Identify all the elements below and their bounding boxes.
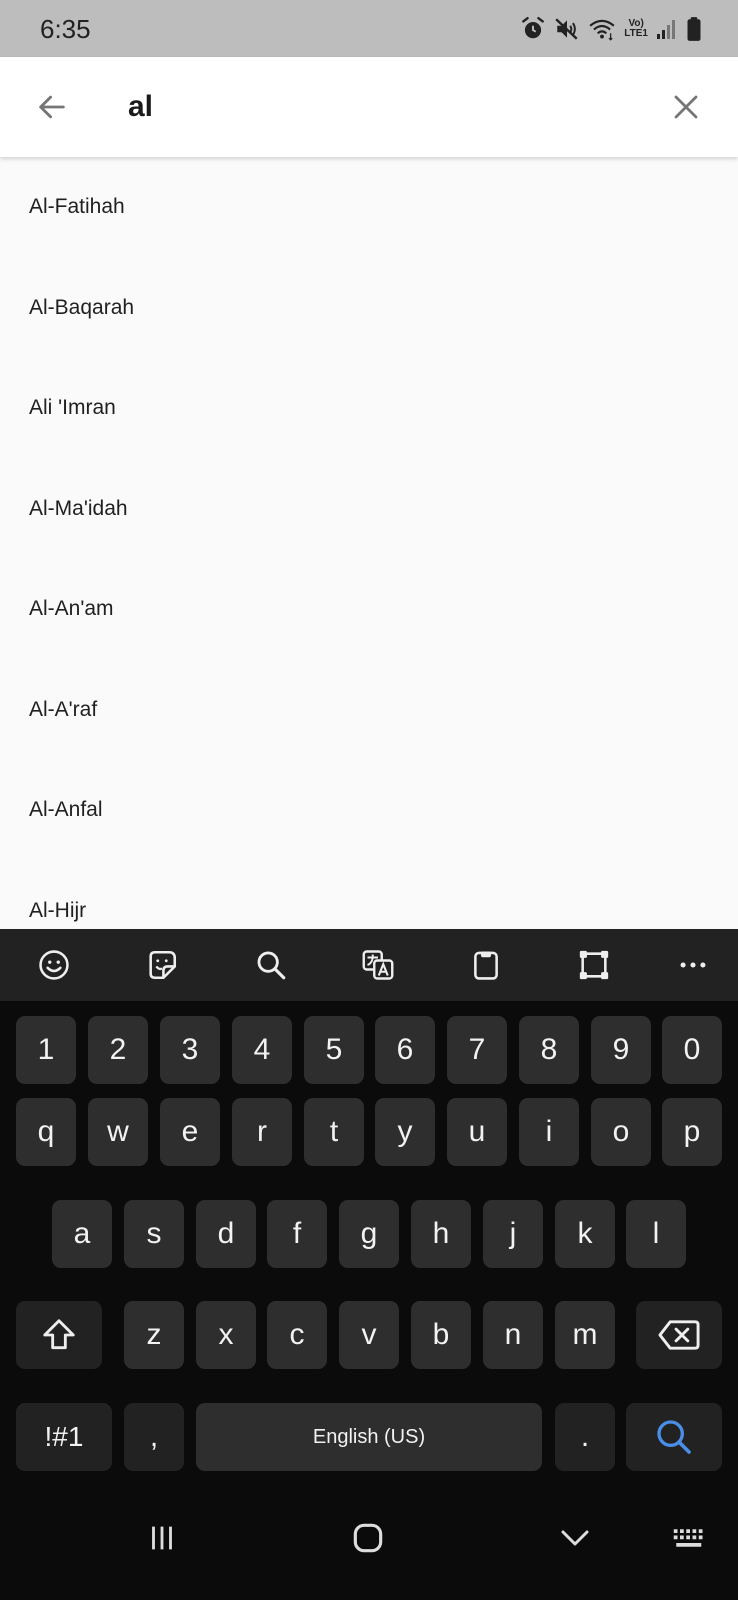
mute-icon [554,16,580,42]
key-2[interactable]: 2 [88,1016,148,1084]
keyboard-keys: 1 2 3 4 5 6 7 8 9 0 q w e r t y u i o p … [0,1001,738,1491]
emoji-icon[interactable] [31,942,77,988]
clipboard-icon[interactable] [463,942,509,988]
key-b[interactable]: b [411,1301,471,1369]
on-screen-keyboard: 1 2 3 4 5 6 7 8 9 0 q w e r t y u i o p … [0,929,738,1600]
period-key[interactable]: . [555,1403,615,1471]
symbols-key[interactable]: !#1 [16,1403,112,1471]
key-5[interactable]: 5 [304,1016,364,1084]
arrow-left-icon [39,95,65,119]
result-item-al-anam[interactable]: Al-An'am [0,559,738,660]
search-icon[interactable] [248,942,294,988]
key-w[interactable]: w [88,1098,148,1166]
key-o[interactable]: o [591,1098,651,1166]
resize-icon[interactable] [571,942,617,988]
shift-icon [43,1319,75,1350]
result-item-al-araf[interactable]: Al-A'raf [0,660,738,761]
space-bar[interactable]: English (US) [196,1403,542,1471]
recent-apps-icon[interactable] [137,1513,187,1563]
result-item-al-anfal[interactable]: Al-Anfal [0,760,738,861]
battery-icon [686,16,702,42]
key-d[interactable]: d [196,1200,256,1268]
hide-keyboard-icon[interactable] [550,1513,600,1563]
result-item-ali-imran[interactable]: Ali 'Imran [0,358,738,459]
status-bar: 6:35 Vo) LTE1 [0,0,738,57]
key-6[interactable]: 6 [375,1016,435,1084]
key-c[interactable]: c [267,1301,327,1369]
key-p[interactable]: p [662,1098,722,1166]
wifi-icon [588,16,616,42]
keyboard-toolbar [0,929,738,1001]
sticker-icon[interactable] [139,942,185,988]
key-y[interactable]: y [375,1098,435,1166]
key-f[interactable]: f [267,1200,327,1268]
key-t[interactable]: t [304,1098,364,1166]
key-1[interactable]: 1 [16,1016,76,1084]
search-results-list: Al-Fatihah Al-Baqarah Ali 'Imran Al-Ma'i… [0,157,738,929]
home-icon[interactable] [343,1513,393,1563]
key-q[interactable]: q [16,1098,76,1166]
clear-search-button[interactable] [660,81,712,133]
result-item-al-fatihah[interactable]: Al-Fatihah [0,157,738,258]
key-4[interactable]: 4 [232,1016,292,1084]
navigation-bar [0,1491,738,1600]
signal-icon [656,17,678,41]
comma-key[interactable]: , [124,1403,184,1471]
result-item-al-hijr[interactable]: Al-Hijr [0,861,738,930]
key-m[interactable]: m [555,1301,615,1369]
key-g[interactable]: g [339,1200,399,1268]
alarm-icon [520,16,546,42]
key-k[interactable]: k [555,1200,615,1268]
volte-indicator: Vo) LTE1 [624,18,648,39]
search-app-bar [0,57,738,157]
result-item-al-maidah[interactable]: Al-Ma'idah [0,459,738,560]
close-icon [674,95,698,119]
key-h[interactable]: h [411,1200,471,1268]
key-9[interactable]: 9 [591,1016,651,1084]
status-icons: Vo) LTE1 [520,15,702,43]
key-e[interactable]: e [160,1098,220,1166]
backspace-key[interactable] [636,1301,722,1369]
key-8[interactable]: 8 [519,1016,579,1084]
search-icon [657,1420,691,1454]
key-s[interactable]: s [124,1200,184,1268]
search-input[interactable] [128,83,648,131]
key-j[interactable]: j [483,1200,543,1268]
result-item-al-baqarah[interactable]: Al-Baqarah [0,258,738,359]
search-key[interactable] [626,1403,722,1471]
key-0[interactable]: 0 [662,1016,722,1084]
key-v[interactable]: v [339,1301,399,1369]
key-a[interactable]: a [52,1200,112,1268]
key-x[interactable]: x [196,1301,256,1369]
key-7[interactable]: 7 [447,1016,507,1084]
key-z[interactable]: z [124,1301,184,1369]
key-l[interactable]: l [626,1200,686,1268]
key-n[interactable]: n [483,1301,543,1369]
key-r[interactable]: r [232,1098,292,1166]
backspace-icon [658,1320,700,1350]
key-i[interactable]: i [519,1098,579,1166]
key-u[interactable]: u [447,1098,507,1166]
shift-key[interactable] [16,1301,102,1369]
translate-icon[interactable] [355,942,401,988]
more-icon[interactable] [670,942,716,988]
key-3[interactable]: 3 [160,1016,220,1084]
back-button[interactable] [26,81,78,133]
status-time: 6:35 [40,14,91,44]
keyboard-switch-icon[interactable] [665,1513,715,1563]
